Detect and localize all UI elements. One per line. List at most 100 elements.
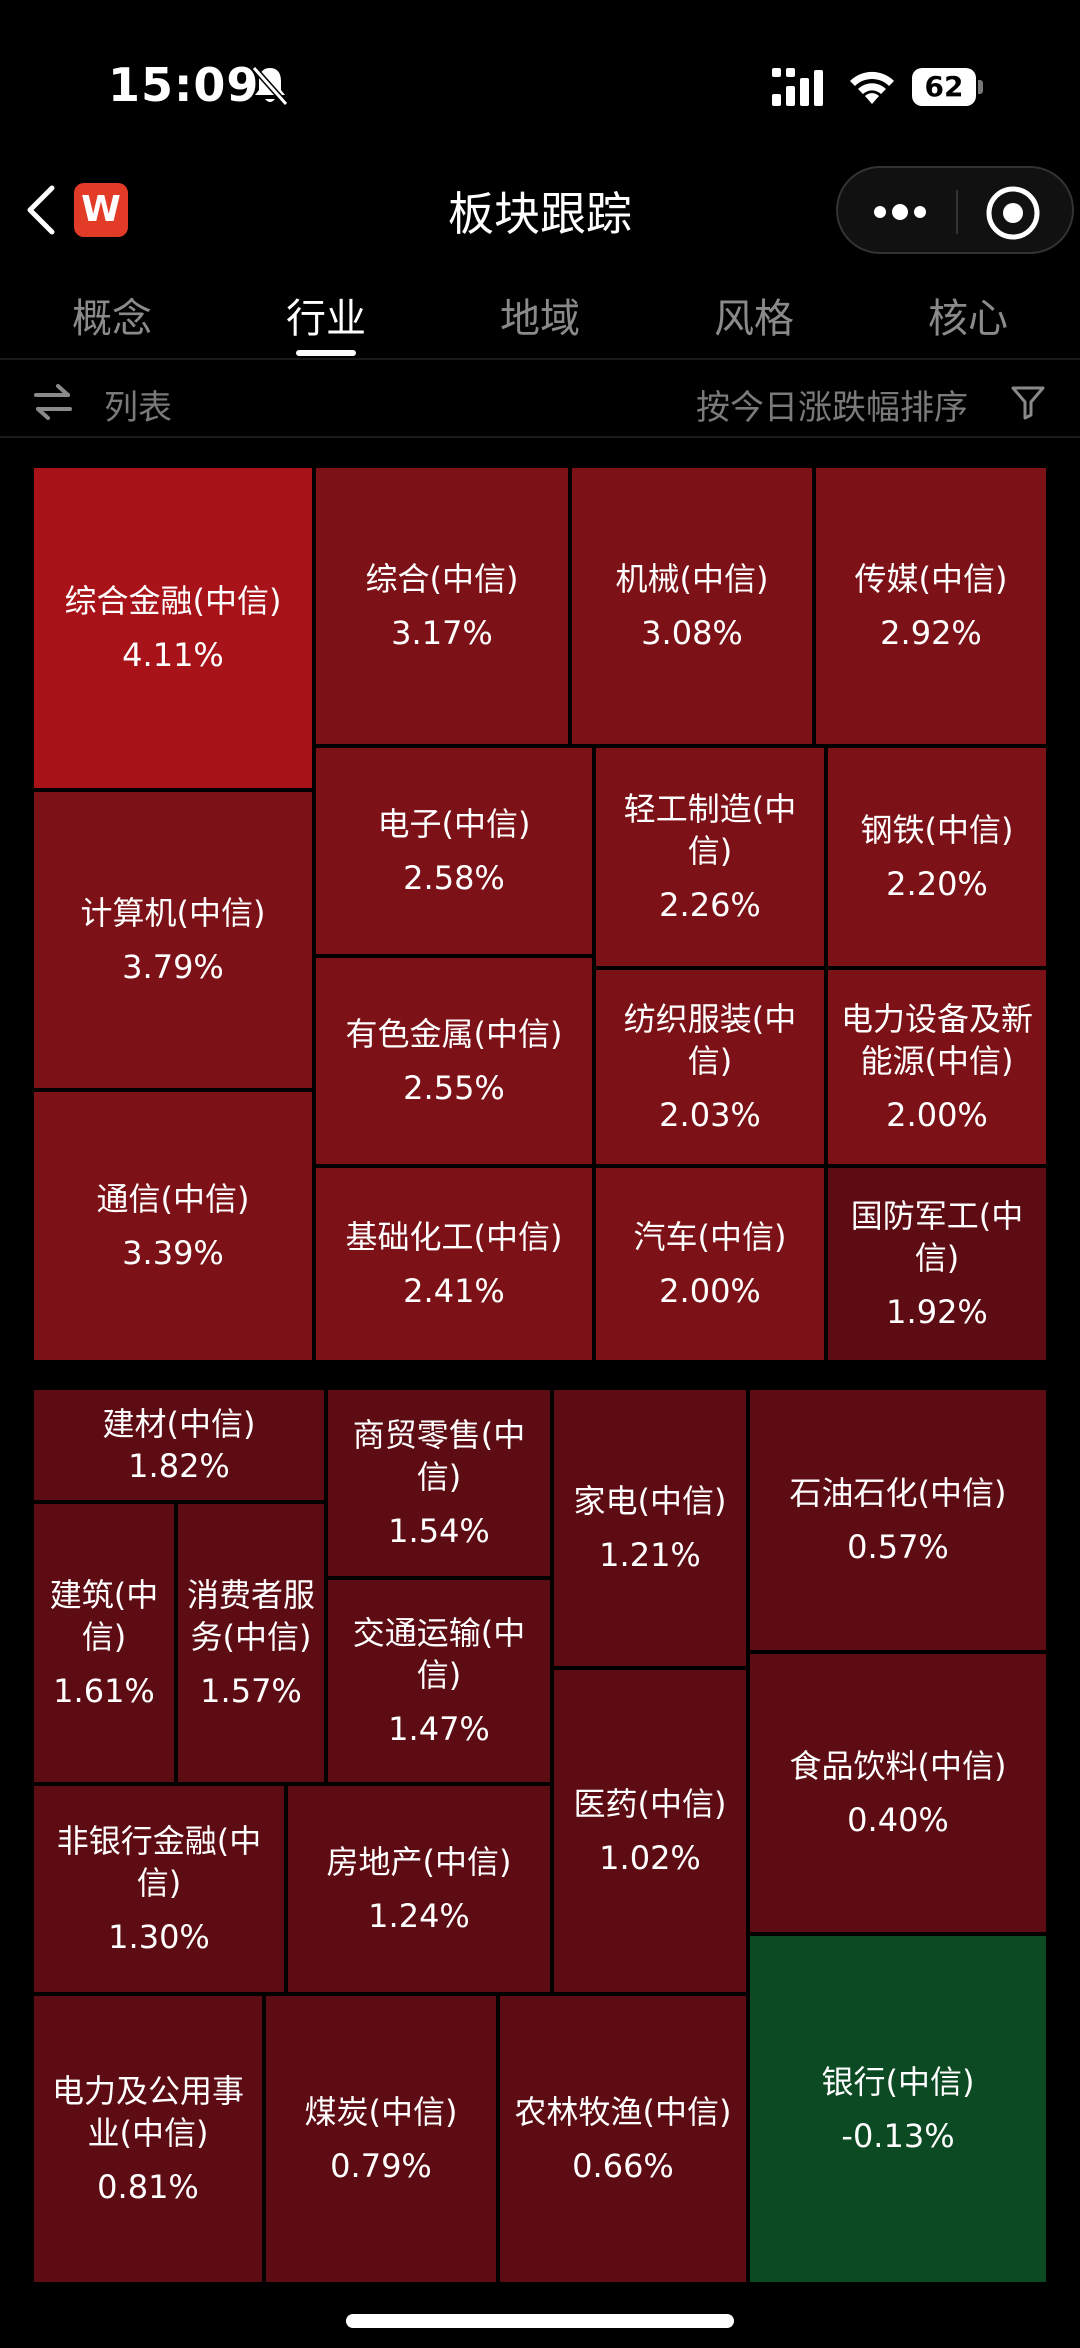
sector-change: 1.82%	[128, 1447, 230, 1485]
signal-icon	[772, 68, 823, 106]
sector-tile[interactable]: 汽车(中信) 2.00%	[594, 1166, 826, 1362]
sector-tile[interactable]: 机械(中信) 3.08%	[570, 466, 814, 746]
sector-tile[interactable]: 电子(中信) 2.58%	[314, 746, 594, 956]
sector-name: 交通运输(中信)	[352, 1614, 526, 1694]
sector-tile[interactable]: 商贸零售(中信) 1.54%	[326, 1388, 552, 1578]
sector-change: 1.24%	[368, 1897, 470, 1935]
bell-muted-icon	[251, 66, 289, 106]
sector-name: 钢铁(中信)	[860, 811, 1014, 849]
list-view-toggle[interactable]: 列表	[104, 380, 172, 429]
sort-option[interactable]: 按今日涨跌幅排序	[696, 380, 968, 429]
sector-tile[interactable]: 综合(中信) 3.17%	[314, 466, 570, 746]
sector-name: 医药(中信)	[573, 1785, 727, 1823]
category-tabs: 概念 行业 地域 风格 核心	[0, 270, 1080, 360]
sector-change: 1.57%	[200, 1672, 302, 1710]
sector-tile[interactable]: 石油石化(中信) 0.57%	[748, 1388, 1048, 1652]
sector-tile[interactable]: 通信(中信) 3.39%	[32, 1090, 314, 1362]
sector-tile[interactable]: 电力及公用事业(中信) 0.81%	[32, 1994, 264, 2284]
battery-level: 62	[912, 68, 976, 106]
sector-change: 3.79%	[122, 948, 224, 986]
home-indicator[interactable]	[346, 2314, 734, 2328]
sector-tile[interactable]: 建材(中信) 1.82%	[32, 1388, 326, 1502]
sector-change: 2.00%	[886, 1096, 988, 1134]
sector-change: 3.17%	[391, 614, 493, 652]
sector-name: 建材(中信)	[102, 1405, 256, 1443]
sector-name: 煤炭(中信)	[304, 2093, 458, 2131]
sector-change: 0.40%	[847, 1801, 949, 1839]
treemap-group-1: 综合金融(中信) 4.11% 综合(中信) 3.17% 机械(中信) 3.08%…	[32, 466, 1048, 1362]
sector-change: 2.41%	[403, 1272, 505, 1310]
sector-tile[interactable]: 医药(中信) 1.02%	[552, 1668, 748, 1994]
sector-name: 商贸零售(中信)	[352, 1416, 526, 1496]
sector-change: 3.39%	[122, 1234, 224, 1272]
sector-tile[interactable]: 交通运输(中信) 1.47%	[326, 1578, 552, 1784]
nav-header: W 板块跟踪	[0, 150, 1080, 270]
sector-tile[interactable]: 有色金属(中信) 2.55%	[314, 956, 594, 1166]
sector-change: 2.58%	[403, 859, 505, 897]
sector-change: 2.00%	[659, 1272, 761, 1310]
close-target-icon[interactable]	[984, 184, 1042, 242]
sector-tile[interactable]: 纺织服装(中信) 2.03%	[594, 968, 826, 1166]
sector-tile[interactable]: 建筑(中信) 1.61%	[32, 1502, 176, 1784]
active-tab-indicator	[296, 350, 356, 356]
mini-program-capsule	[836, 166, 1074, 254]
sector-change: 1.54%	[388, 1512, 490, 1550]
sector-change: 0.57%	[847, 1528, 949, 1566]
sector-change: 0.79%	[330, 2147, 432, 2185]
capsule-divider	[956, 190, 958, 234]
sector-change: -0.13%	[841, 2117, 955, 2155]
sector-change: 1.61%	[53, 1672, 155, 1710]
tab-industry[interactable]: 行业	[246, 286, 406, 344]
sector-tile[interactable]: 非银行金融(中信) 1.30%	[32, 1784, 286, 1994]
sector-name: 房地产(中信)	[326, 1843, 512, 1881]
sector-name: 农林牧渔(中信)	[514, 2093, 732, 2131]
sector-tile[interactable]: 银行(中信) -0.13%	[748, 1934, 1048, 2284]
sector-name: 机械(中信)	[615, 560, 769, 598]
sector-tile[interactable]: 家电(中信) 1.21%	[552, 1388, 748, 1668]
sector-tile[interactable]: 煤炭(中信) 0.79%	[264, 1994, 498, 2284]
sector-tile[interactable]: 房地产(中信) 1.24%	[286, 1784, 552, 1994]
sector-tile[interactable]: 消费者服务(中信) 1.57%	[176, 1502, 326, 1784]
sector-tile[interactable]: 计算机(中信) 3.79%	[32, 790, 314, 1090]
sector-change: 2.26%	[659, 886, 761, 924]
status-bar: 15:09 62	[0, 0, 1080, 140]
sector-name: 传媒(中信)	[854, 560, 1008, 598]
sector-tile[interactable]: 食品饮料(中信) 0.40%	[748, 1652, 1048, 1934]
tab-region[interactable]: 地域	[460, 286, 620, 344]
wifi-icon	[850, 71, 894, 104]
sector-tile[interactable]: 综合金融(中信) 4.11%	[32, 466, 314, 790]
tab-core[interactable]: 核心	[888, 286, 1048, 344]
sector-change: 1.30%	[108, 1918, 210, 1956]
tab-style[interactable]: 风格	[674, 286, 834, 344]
sector-name: 电子(中信)	[377, 805, 531, 843]
sector-name: 综合(中信)	[365, 560, 519, 598]
sector-tile[interactable]: 传媒(中信) 2.92%	[814, 466, 1048, 746]
more-dots-icon[interactable]	[868, 188, 932, 236]
sector-change: 2.03%	[659, 1096, 761, 1134]
sector-name: 纺织服装(中信)	[623, 1000, 797, 1080]
sector-name: 电力设备及新能源(中信)	[840, 1000, 1033, 1080]
sector-name: 非银行金融(中信)	[56, 1822, 262, 1902]
sector-tile[interactable]: 轻工制造(中信) 2.26%	[594, 746, 826, 968]
sector-change: 1.02%	[599, 1839, 701, 1877]
sector-name: 国防军工(中信)	[850, 1197, 1024, 1277]
sector-name: 计算机(中信)	[80, 894, 266, 932]
sector-change: 2.55%	[403, 1069, 505, 1107]
sector-tile[interactable]: 国防军工(中信) 1.92%	[826, 1166, 1048, 1362]
sector-name: 通信(中信)	[96, 1180, 250, 1218]
sector-name: 建筑(中信)	[49, 1576, 159, 1656]
sector-name: 电力及公用事业(中信)	[51, 2072, 244, 2152]
sector-name: 有色金属(中信)	[345, 1015, 563, 1053]
sector-name: 食品饮料(中信)	[789, 1747, 1007, 1785]
filter-icon[interactable]	[1010, 384, 1046, 420]
sector-tile[interactable]: 电力设备及新能源(中信) 2.00%	[826, 968, 1048, 1166]
swap-arrows-icon[interactable]	[34, 384, 72, 420]
sector-change: 1.21%	[599, 1536, 701, 1574]
sector-tile[interactable]: 基础化工(中信) 2.41%	[314, 1166, 594, 1362]
sector-change: 2.92%	[880, 614, 982, 652]
treemap-group-2: 建材(中信) 1.82% 商贸零售(中信) 1.54% 家电(中信) 1.21%…	[32, 1388, 1048, 2284]
sector-name: 综合金融(中信)	[64, 582, 282, 620]
sector-tile[interactable]: 钢铁(中信) 2.20%	[826, 746, 1048, 968]
sector-tile[interactable]: 农林牧渔(中信) 0.66%	[498, 1994, 748, 2284]
tab-concept[interactable]: 概念	[32, 286, 192, 344]
